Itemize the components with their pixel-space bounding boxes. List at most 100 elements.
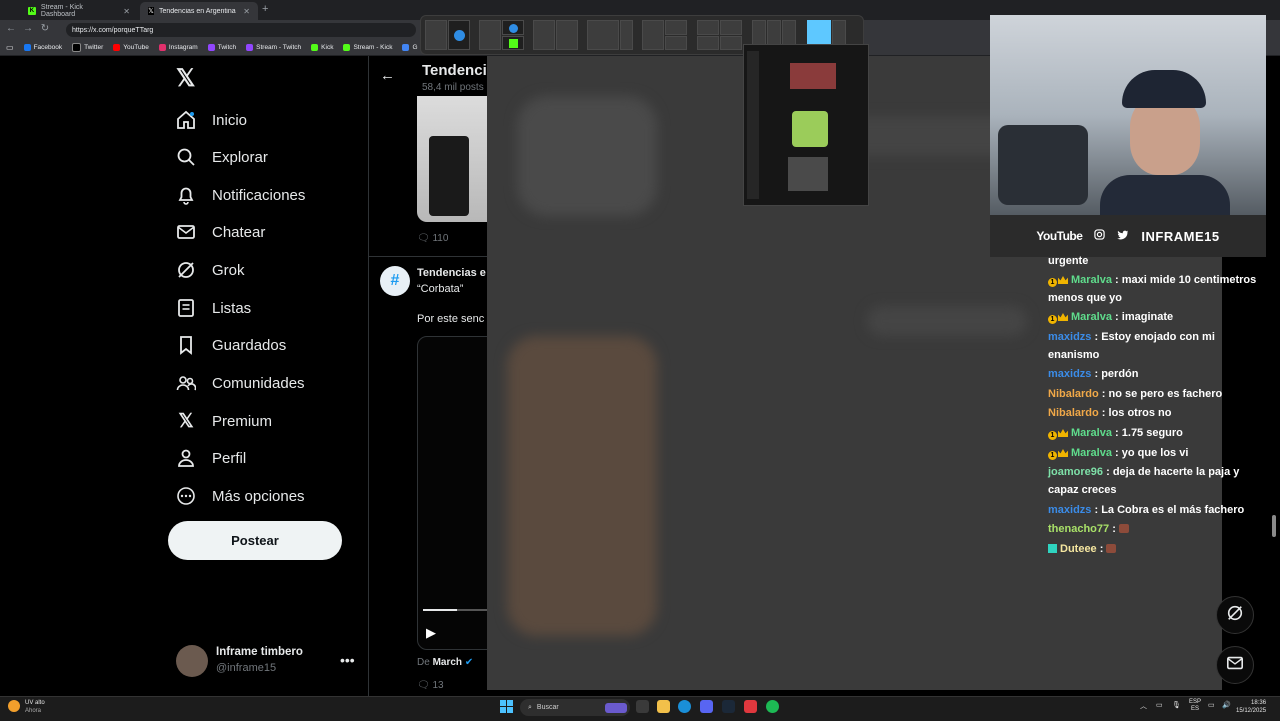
url-input[interactable]: https://x.com/porqueTTarg	[66, 23, 416, 37]
bookmark-g[interactable]: G	[402, 44, 418, 51]
back-arrow-icon[interactable]: ←	[4, 23, 18, 34]
messages-fab-button[interactable]	[1216, 646, 1254, 684]
source-name[interactable]: March	[433, 657, 462, 668]
bookmark-twitter[interactable]: Twitter	[72, 43, 103, 52]
sidebar-item-comunidades[interactable]: Comunidades	[176, 368, 356, 398]
chat-username[interactable]: maxidzs	[1048, 331, 1091, 343]
trend-author[interactable]: Tendencias e	[417, 267, 486, 279]
file-explorer-icon[interactable]	[657, 700, 670, 713]
spotify-icon[interactable]	[766, 700, 779, 713]
play-icon[interactable]: ▶	[426, 625, 436, 641]
back-arrow-icon[interactable]: ←	[380, 67, 395, 84]
snap-layout-1[interactable]	[425, 20, 470, 50]
snap-layout-5[interactable]	[642, 20, 687, 50]
chat-username[interactable]: Maralva	[1071, 447, 1112, 459]
sidebar-item-grok[interactable]: Grok	[176, 255, 356, 285]
chat-username[interactable]: maxidzs	[1048, 368, 1091, 380]
volume-icon[interactable]: 🔊	[1222, 701, 1231, 709]
chat-username[interactable]: Duteee	[1060, 543, 1097, 555]
sidebar-item-perfil[interactable]: Perfil	[176, 443, 356, 473]
chat-username[interactable]: joamore96	[1048, 466, 1103, 478]
tray-app-icon[interactable]: ▭	[1156, 701, 1163, 709]
tab-tendencias[interactable]: 𝕏 Tendencias en Argentina (@porqu ✕	[140, 2, 258, 20]
sidebar-item-mas-opciones[interactable]: Más opciones	[176, 481, 356, 511]
video-progress-track[interactable]	[457, 609, 487, 611]
video-progress-fill[interactable]	[423, 609, 457, 611]
sidebar-item-notificaciones[interactable]: Notificaciones	[176, 180, 356, 210]
taskbar-search-input[interactable]: ⌕ Buscar	[520, 699, 630, 716]
reload-icon[interactable]: ↻	[38, 23, 52, 34]
streamer-brand: INFRAME15	[1141, 228, 1220, 244]
bell-icon	[176, 185, 196, 205]
snap-layout-3[interactable]	[533, 20, 578, 50]
weather-widget[interactable]: UV alto Ahora	[25, 699, 45, 715]
sidebar-item-label: Inicio	[212, 111, 248, 129]
close-tab-icon[interactable]: ✕	[123, 7, 130, 16]
tray-overflow-icon[interactable]: ︿	[1140, 701, 1147, 711]
bookmarks-menu-icon[interactable]: ▭	[6, 43, 14, 52]
account-name[interactable]: Inframe timbero	[216, 646, 303, 658]
sidebar-item-inicio[interactable]: Inicio	[176, 105, 356, 135]
snap-layout-2[interactable]	[479, 20, 524, 50]
avatar[interactable]	[176, 645, 208, 677]
bookmark-instagram[interactable]: Instagram	[158, 44, 198, 51]
bookmark-stream-twitch[interactable]: Stream - Twitch	[246, 44, 301, 51]
x-logo-icon[interactable]: 𝕏	[176, 64, 195, 93]
discord-icon[interactable]	[700, 700, 713, 713]
chat-username[interactable]: Nibalardo	[1048, 388, 1099, 400]
scrollbar-thumb[interactable]	[1272, 515, 1276, 537]
close-tab-icon[interactable]: ✕	[243, 7, 250, 16]
reply-count[interactable]: 🗨 110	[417, 233, 448, 244]
hashtag-avatar-icon[interactable]: #	[380, 266, 410, 296]
chat-username[interactable]: Maralva	[1071, 311, 1112, 323]
bookmark-facebook[interactable]: Facebook	[23, 44, 62, 51]
display-icon[interactable]: ▭	[1208, 701, 1215, 709]
chat-username[interactable]: Nibalardo	[1048, 407, 1099, 419]
sidebar-item-listas[interactable]: Listas	[176, 293, 356, 323]
reply-count[interactable]: 🗨 13	[417, 680, 444, 691]
start-windows-icon[interactable]	[500, 700, 513, 713]
sidebar-item-chatear[interactable]: Chatear	[176, 217, 356, 247]
new-tab-button[interactable]: +	[262, 3, 268, 15]
chat-message: maxidzs : Estoy enojado con mi enanismo	[1048, 331, 1215, 361]
system-clock[interactable]: 18:36 15/12/2025	[1236, 699, 1266, 715]
weather-icon[interactable]	[8, 700, 20, 712]
chat-username[interactable]: thenacho77	[1048, 523, 1109, 535]
bookmark-label: YouTube	[123, 44, 149, 51]
steam-icon[interactable]	[722, 700, 735, 713]
keyboard-code: ES	[1191, 706, 1200, 712]
chat-username[interactable]: maxidzs	[1048, 504, 1091, 516]
window-preview-thumbnail[interactable]	[743, 44, 869, 206]
sidebar-item-premium[interactable]: 𝕏 Premium	[176, 406, 356, 436]
sidebar-item-label: Premium	[212, 412, 273, 430]
chat-username[interactable]: Maralva	[1071, 427, 1112, 439]
video-player[interactable]	[417, 336, 489, 650]
sidebar-item-explorar[interactable]: Explorar	[176, 142, 356, 172]
streamer-cap	[1122, 70, 1206, 108]
task-view-icon[interactable]	[636, 700, 649, 713]
bookmark-twitch[interactable]: Twitch	[207, 44, 236, 51]
sidebar-item-guardados[interactable]: Guardados	[176, 330, 356, 360]
account-more-icon[interactable]: •••	[340, 652, 355, 668]
post-image[interactable]	[417, 96, 487, 222]
chat-username[interactable]: Maralva	[1071, 274, 1112, 286]
forward-arrow-icon[interactable]: →	[21, 23, 35, 34]
bookmark-youtube[interactable]: YouTube	[113, 44, 149, 51]
grok-fab-button[interactable]	[1216, 596, 1254, 634]
youtube-icon	[113, 44, 121, 51]
subscriber-badge-icon: 1	[1048, 278, 1057, 287]
snap-layout-4[interactable]	[587, 20, 633, 50]
app-icon[interactable]	[744, 700, 757, 713]
bookmark-stream-kick[interactable]: Stream - Kick	[343, 44, 392, 51]
edge-icon[interactable]	[678, 700, 691, 713]
post-button[interactable]: Postear	[168, 521, 342, 560]
snap-layout-6[interactable]	[697, 20, 742, 50]
grok-icon	[1226, 604, 1244, 627]
bookmark-kick[interactable]: Kick	[311, 44, 333, 51]
microphone-icon[interactable]: 🎙	[1172, 701, 1181, 709]
language-indicator[interactable]: ESP ES	[1189, 699, 1201, 713]
search-icon	[176, 147, 196, 167]
account-handle[interactable]: @inframe15	[216, 662, 276, 674]
sidebar-item-label: Grok	[212, 261, 245, 279]
tab-kick-dashboard[interactable]: K Stream - Kick Dashboard ✕	[20, 2, 138, 20]
